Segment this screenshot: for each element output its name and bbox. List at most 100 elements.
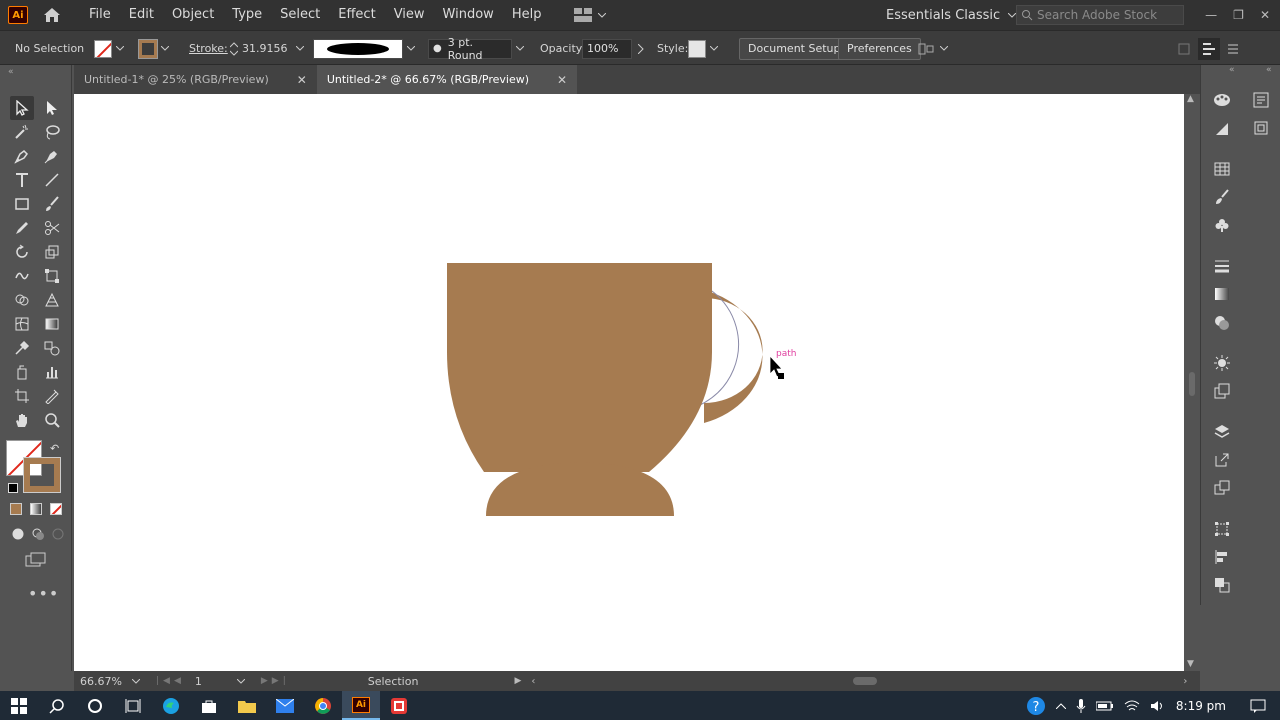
recorder-app[interactable]	[380, 691, 418, 720]
tab-untitled-1[interactable]: Untitled-1* @ 25% (RGB/Preview) ✕	[74, 65, 317, 94]
close-window-button[interactable]: ✕	[1260, 8, 1270, 22]
properties-panel-button[interactable]	[1250, 89, 1272, 111]
start-button[interactable]	[0, 691, 38, 720]
pathfinder-panel-button[interactable]	[1211, 574, 1233, 596]
symbols-panel-button[interactable]	[1211, 214, 1233, 236]
selection-tool[interactable]	[10, 96, 34, 120]
graphic-styles-panel-button[interactable]	[1211, 380, 1233, 402]
help-icon[interactable]: ?	[1026, 696, 1046, 716]
brush-definition[interactable]: ● 3 pt. Round	[428, 31, 524, 66]
brushes-panel-button[interactable]	[1211, 186, 1233, 208]
stroke-panel-button[interactable]	[1211, 255, 1233, 277]
scale-tool[interactable]	[40, 240, 64, 264]
scroll-up-icon[interactable]: ▲	[1187, 94, 1194, 104]
stroke-label[interactable]: Stroke:	[189, 31, 228, 66]
scroll-thumb[interactable]	[1189, 372, 1195, 396]
stroke-swatch-control[interactable]	[138, 31, 169, 66]
vertical-scrollbar[interactable]: ▲ ▼	[1184, 94, 1200, 671]
opacity-field[interactable]: 100%	[582, 31, 644, 66]
variable-width-profile[interactable]	[313, 31, 415, 66]
gradient-mode-button[interactable]	[30, 503, 42, 515]
align-panel-button[interactable]	[1211, 546, 1233, 568]
first-artboard-icon[interactable]: |◀◀	[156, 676, 185, 686]
color-guide-button[interactable]	[1211, 118, 1233, 140]
cortana-button[interactable]	[76, 691, 114, 720]
color-panel-button[interactable]	[1211, 89, 1233, 111]
eyedropper-tool[interactable]	[10, 336, 34, 360]
appearance-panel-button[interactable]	[1211, 352, 1233, 374]
paintbrush-tool[interactable]	[40, 192, 64, 216]
chevron-down-icon[interactable]	[236, 678, 245, 684]
scissors-tool[interactable]	[40, 216, 64, 240]
line-segment-tool[interactable]	[40, 168, 64, 192]
pen-tool[interactable]	[10, 144, 34, 168]
slice-tool[interactable]	[40, 384, 64, 408]
scroll-down-icon[interactable]: ▼	[1187, 659, 1194, 669]
chrome-app[interactable]	[304, 691, 342, 720]
menu-view[interactable]: View	[385, 0, 434, 30]
minimize-button[interactable]: —	[1205, 8, 1217, 22]
menu-file[interactable]: File	[80, 0, 120, 30]
edit-toolbar-icon[interactable]: •••	[28, 584, 59, 603]
mail-app[interactable]	[266, 691, 304, 720]
search-adobe-stock-input[interactable]: Search Adobe Stock	[1016, 5, 1184, 25]
stroke-color-box[interactable]	[23, 457, 61, 493]
free-transform-tool[interactable]	[40, 264, 64, 288]
gradient-panel-button[interactable]	[1211, 283, 1233, 305]
clock[interactable]: 8:19 pm	[1176, 699, 1226, 713]
chevron-down-icon[interactable]	[132, 678, 140, 684]
menu-type[interactable]: Type	[223, 0, 271, 30]
expand-dock-icon[interactable]: «	[1266, 65, 1272, 75]
hamburger-menu-icon[interactable]	[1228, 44, 1238, 54]
layers-panel-button[interactable]	[1211, 421, 1233, 443]
home-icon[interactable]	[42, 5, 62, 25]
draw-inside-button[interactable]	[46, 522, 70, 546]
swap-fill-stroke-icon[interactable]: ↶	[50, 442, 59, 455]
scroll-right-icon[interactable]: ›	[1183, 676, 1187, 687]
stroke-weight-field[interactable]: 31.9156	[230, 31, 304, 66]
gradient-tool[interactable]	[40, 312, 64, 336]
edge-app[interactable]	[152, 691, 190, 720]
menu-object[interactable]: Object	[163, 0, 223, 30]
workspace-switcher[interactable]: Essentials Classic	[886, 0, 1017, 30]
close-tab-icon[interactable]: ✕	[297, 73, 307, 87]
volume-icon[interactable]	[1150, 700, 1166, 712]
artboard-number[interactable]: 1	[195, 675, 231, 688]
preferences-button[interactable]: Preferences	[838, 37, 921, 60]
zoom-level[interactable]: 66.67%	[80, 675, 128, 688]
swatches-panel-button[interactable]	[1211, 158, 1233, 180]
artboards-panel-button[interactable]	[1211, 477, 1233, 499]
graphic-style-picker[interactable]	[688, 31, 718, 66]
asset-export-panel-button[interactable]	[1211, 449, 1233, 471]
chevron-right-icon[interactable]	[638, 43, 644, 54]
column-graph-tool[interactable]	[40, 360, 64, 384]
illustrator-app[interactable]: Ai	[342, 691, 380, 720]
restore-button[interactable]: ❐	[1233, 8, 1244, 22]
wifi-icon[interactable]	[1124, 700, 1140, 712]
shape-builder-tool[interactable]	[10, 288, 34, 312]
warp-tool[interactable]	[10, 264, 34, 288]
tray-expand-icon[interactable]	[1055, 702, 1066, 709]
direct-selection-tool[interactable]	[40, 96, 64, 120]
battery-icon[interactable]	[1095, 701, 1114, 711]
tab-untitled-2[interactable]: Untitled-2* @ 66.67% (RGB/Preview) ✕	[316, 65, 578, 94]
color-mode-button[interactable]	[10, 503, 22, 515]
file-explorer-app[interactable]	[228, 691, 266, 720]
fill-swatch-control[interactable]	[94, 31, 124, 66]
none-mode-button[interactable]	[50, 503, 62, 515]
type-tool[interactable]	[10, 168, 34, 192]
screen-mode-button[interactable]	[24, 548, 48, 572]
search-taskbar-button[interactable]	[38, 691, 76, 720]
transform-icon[interactable]	[1178, 43, 1190, 55]
perspective-grid-tool[interactable]	[40, 288, 64, 312]
scroll-left-icon[interactable]: ‹	[531, 676, 535, 687]
rotate-tool[interactable]	[10, 240, 34, 264]
last-artboard-icon[interactable]: ▶▶|	[261, 676, 290, 686]
libraries-panel-button[interactable]	[1250, 117, 1272, 139]
artboard-tool[interactable]	[10, 384, 34, 408]
store-app[interactable]	[190, 691, 228, 720]
mesh-tool[interactable]	[10, 312, 34, 336]
curvature-tool[interactable]	[40, 144, 64, 168]
transform-panel-button[interactable]	[1211, 518, 1233, 540]
notifications-icon[interactable]	[1250, 699, 1266, 713]
